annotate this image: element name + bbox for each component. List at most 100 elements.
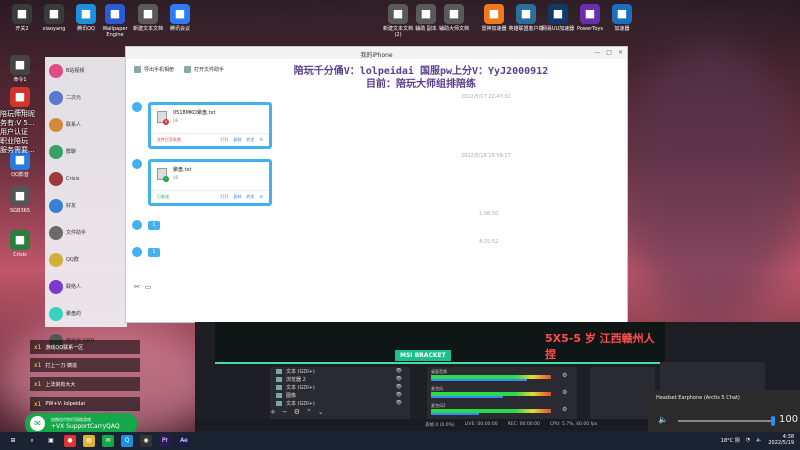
minimize-button[interactable]: — [594,49,600,56]
contact-item[interactable]: 群聊 [45,138,127,165]
source-tool-button[interactable]: ⌃ [306,408,312,416]
contact-item[interactable]: 二次元 [45,84,127,111]
folder-icon[interactable]: ▭ [145,283,152,291]
source-tool-button[interactable]: ⌄ [318,408,324,416]
source-item[interactable]: 浏览器 2 👁 [270,375,410,383]
volume-fader[interactable] [431,413,479,415]
contact-item[interactable]: Crisis [45,165,127,192]
source-item[interactable]: 文本 (GDI+) 👁 [270,367,410,375]
mixer-channel[interactable]: 麦克风 ⚙ [427,384,577,401]
folder-icon [184,66,192,73]
gear-icon[interactable]: ⚙ [562,372,567,379]
volume-slider[interactable] [678,420,773,422]
desktop-icon[interactable]: ■ 命令1 [2,55,38,83]
speaker-icon[interactable]: 🔈 [756,437,762,443]
mixer-channel[interactable]: 桌面音频 ⚙ [427,367,577,384]
forward-link[interactable]: 转发 [246,194,254,200]
desktop-icon[interactable]: ■ Wallpaper Engine [97,4,133,38]
desktop-icon[interactable]: ■ 加速器 [604,4,640,32]
file-card[interactable]: ✕ 0518MKO聚盘.txt 0B 文件打开失败 打开 复制 转发 ☰ [148,102,272,149]
search-icon[interactable]: ⌕ [26,435,38,447]
obs-icon[interactable]: ◉ [140,435,152,447]
source-item[interactable]: 图像 👁 [270,391,410,399]
contact-item[interactable]: QQ群 [45,246,127,273]
desktop-icon[interactable]: ■ SGB365 [2,186,38,214]
file-status: 文件打开失败 [157,137,181,142]
volume-fader[interactable] [431,379,527,381]
chrome-icon[interactable]: ● [64,435,76,447]
source-tool-button[interactable]: ⚙ [294,408,300,416]
desktop-icon[interactable]: ■ 新建文本文档 [130,4,166,32]
desktop-icon[interactable]: ■ Crisis [2,230,38,258]
contact-item[interactable]: 联系人 [45,111,127,138]
wechat-id: +VX SupportCarryQAQ [51,423,120,430]
premiere-icon[interactable]: Pr [159,435,171,447]
explorer-icon[interactable]: ▤ [83,435,95,447]
source-name: 文本 (GDI+) [286,400,315,407]
contact-item[interactable]: 联络人 [45,273,127,300]
file-card[interactable]: ✓ 聚盘.txt 0B 已发送 打开 复制 转发 ☰ [148,159,272,206]
weather[interactable]: 18°C 阴 [721,437,740,444]
menu-icon[interactable]: ☰ [259,194,263,200]
desktop-icon[interactable]: ■ 雷神加速器 [476,4,512,32]
export-album-button[interactable]: 导出手机相册 [134,66,174,73]
audio-device-name[interactable]: Headset Earphone (Arctis 5 Chat) [656,395,740,401]
source-tool-button[interactable]: − [282,408,288,416]
desktop-icon[interactable]: ■ 开关2 [4,4,40,32]
desktop-icon[interactable]: ■ 网易UU加速器 [540,4,576,32]
mixer-channel[interactable]: 麦克风2 ⚙ [427,401,577,418]
visibility-icon[interactable]: 👁 [396,400,402,406]
visibility-icon[interactable]: 👁 [396,376,402,382]
gear-icon[interactable]: ⚙ [562,406,567,413]
maximize-button[interactable]: □ [606,49,612,56]
source-tool-button[interactable]: + [270,408,276,416]
scissors-icon[interactable]: ✂ [134,283,140,291]
open-file-assistant-button[interactable]: 打开文件助手 [184,66,224,73]
menu-icon[interactable]: ☰ [259,137,263,143]
contact-item[interactable]: 好友 [45,192,127,219]
task-view-icon[interactable]: ▣ [45,435,57,447]
file-status: 已发送 [157,194,169,199]
source-item[interactable]: 文本 (GDI+) 👁 [270,399,410,407]
start-icon[interactable]: ⊞ [7,435,19,447]
timestamp: 4:25:52 [479,239,499,245]
clock[interactable]: 4:38 2022/5/19 [768,434,794,446]
source-type-icon [276,384,282,390]
speaker-icon[interactable]: 🔈 [658,415,668,424]
avatar [49,63,63,78]
source-item[interactable]: 文本 (GDI+) 👁 [270,383,410,391]
volume-slider-thumb[interactable] [771,416,775,426]
audio-mixer-panel: 桌面音频 ⚙ 麦克风 ⚙ 麦克风2 ⚙ [427,367,577,422]
forward-link[interactable]: 转发 [246,137,254,143]
copy-link[interactable]: 复制 [233,137,241,143]
ae-icon[interactable]: Ae [178,435,190,447]
sources-toolbar: + − ⚙ ⌃ ⌄ [270,408,324,416]
qq-icon[interactable]: Q [121,435,133,447]
desktop-icon[interactable]: ■ xiaoyang [36,4,72,32]
open-link[interactable]: 打开 [220,194,228,200]
visibility-icon[interactable]: 👁 [396,392,402,398]
visibility-icon[interactable]: 👁 [396,368,402,374]
message-bubble[interactable]: 1 [148,221,160,230]
hype-count: x1 [34,380,42,388]
avatar [49,171,63,186]
wechat-icon[interactable]: ✉ [102,435,114,447]
network-icon[interactable]: ◔ [746,437,750,443]
message-bubble[interactable]: 1 [148,248,160,257]
volume-fader[interactable] [431,396,503,398]
desktop-icon[interactable]: ■ 腾讯会议 [162,4,198,32]
desktop-icon[interactable]: ■ PowerToys [572,4,608,32]
contact-name: 联络人 [66,284,82,290]
open-link[interactable]: 打开 [220,137,228,143]
copy-link[interactable]: 复制 [233,194,241,200]
desktop-icon[interactable]: ■ 辅助大师文档 [436,4,472,32]
chat-toolbar: 导出手机相册 打开文件助手 [134,66,224,73]
desktop-icon-label: 开关2 [15,26,29,32]
contact-item[interactable]: 聚盘的 [45,300,127,327]
contact-item[interactable]: B站视频 [45,57,127,84]
visibility-icon[interactable]: 👁 [396,384,402,390]
contact-item[interactable]: 文件助手 [45,219,127,246]
desktop-icon[interactable]: ■ 英雄联盟客户端 [508,4,544,32]
close-button[interactable]: ✕ [618,49,623,56]
gear-icon[interactable]: ⚙ [562,389,567,396]
